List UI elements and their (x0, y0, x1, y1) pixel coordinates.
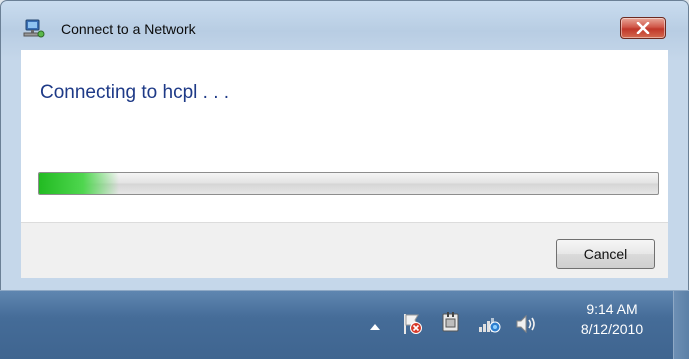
window-title: Connect to a Network (61, 21, 196, 37)
close-icon (636, 22, 650, 34)
connect-dialog: Connect to a Network Connecting to hcpl … (0, 0, 689, 292)
taskbar: 9:14 AM 8/12/2010 (0, 290, 689, 359)
cancel-button[interactable]: Cancel (556, 239, 655, 269)
network-monitor-icon (23, 19, 45, 38)
title-bar[interactable]: Connect to a Network (1, 1, 688, 39)
action-center-flag-icon[interactable] (402, 312, 424, 336)
dialog-content: Connecting to hcpl . . . (21, 50, 668, 222)
connecting-heading: Connecting to hcpl . . . (40, 82, 230, 103)
close-button[interactable] (620, 17, 666, 39)
progress-fill (39, 173, 120, 194)
show-hidden-icons-arrow[interactable] (369, 322, 381, 332)
show-desktop-button[interactable] (673, 291, 689, 359)
volume-icon[interactable] (514, 312, 538, 336)
clock-time: 9:14 AM (586, 301, 638, 317)
dialog-footer: Cancel (21, 222, 668, 278)
network-wifi-icon[interactable] (477, 312, 503, 336)
power-plug-icon[interactable] (440, 311, 462, 335)
connection-progress-bar (38, 172, 659, 195)
clock-date: 8/12/2010 (580, 321, 644, 337)
taskbar-clock[interactable]: 9:14 AM 8/12/2010 (572, 299, 652, 339)
